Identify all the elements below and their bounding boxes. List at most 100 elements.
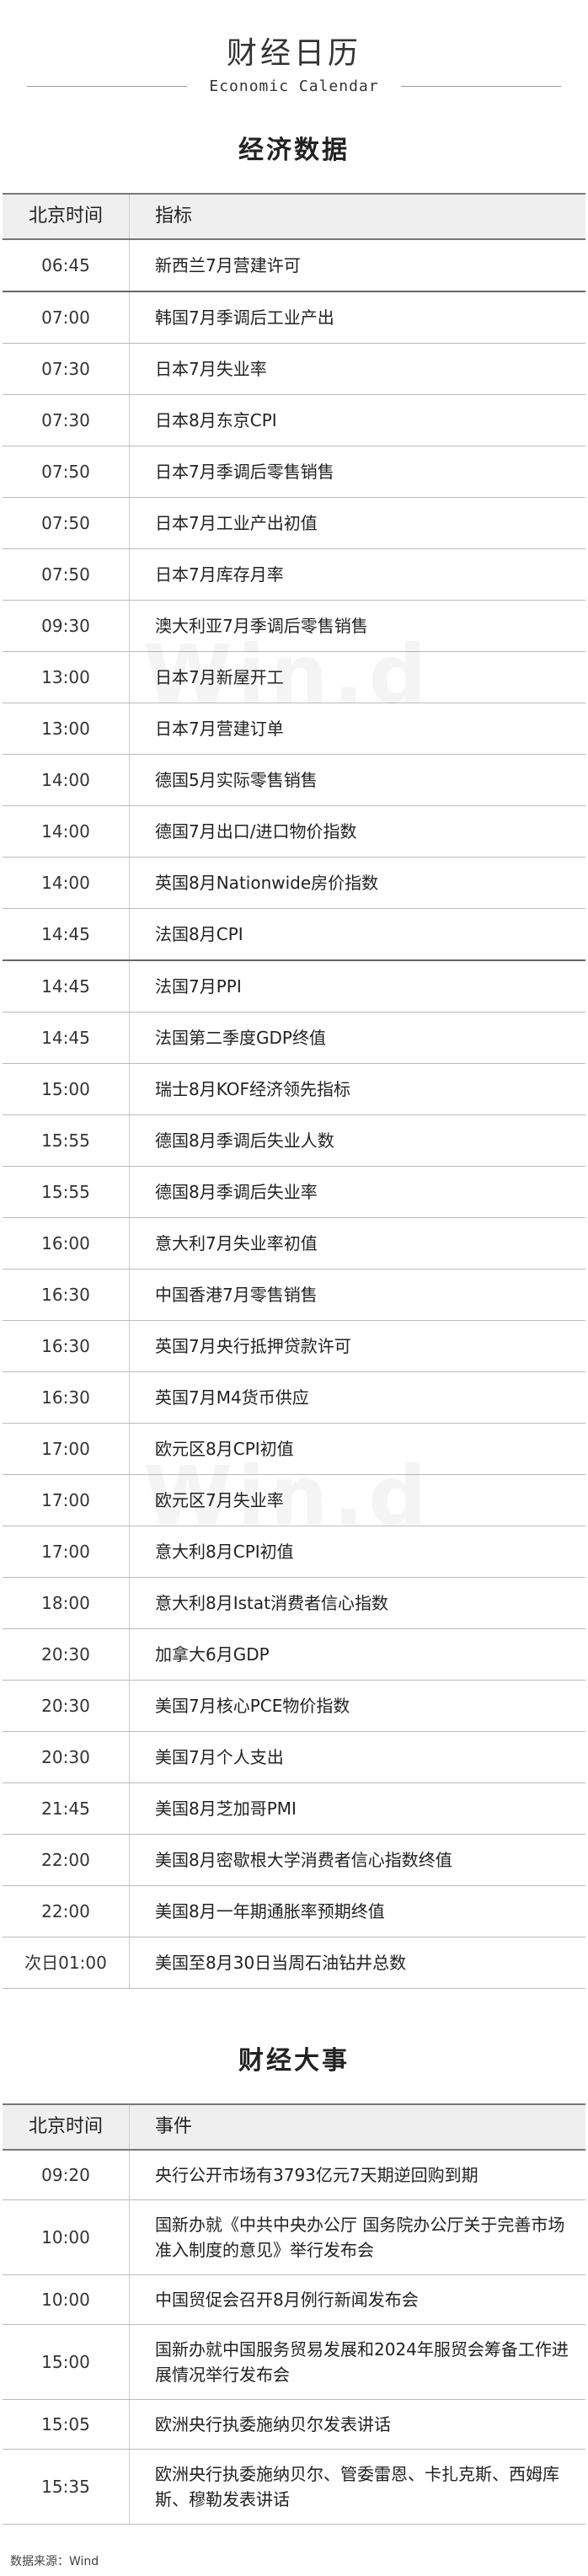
row-indicator: 法国7月PPI	[155, 976, 242, 997]
table-row: 14:45 法国第二季度GDP终值	[3, 1013, 585, 1064]
row-time: 16:30	[3, 1321, 130, 1371]
table-row: 09:30 澳大利亚7月季调后零售销售	[3, 601, 585, 652]
data-source: 数据来源：Wind	[10, 2555, 99, 2568]
table-row: 16:30 英国7月央行抵押贷款许可	[3, 1321, 585, 1372]
row-indicator: 意大利7月失业率初值	[155, 1233, 318, 1253]
row-indicator: 新西兰7月营建许可	[155, 255, 301, 275]
divider-left	[27, 86, 188, 87]
row-time: 21:45	[3, 1783, 130, 1834]
row-time: 22:00	[3, 1886, 130, 1937]
row-indicator: 日本7月工业产出初值	[155, 513, 318, 533]
table-row: 21:45 美国8月芝加哥PMI	[3, 1783, 585, 1835]
row-time: 10:00	[3, 2200, 130, 2274]
row-time: 09:20	[3, 2151, 130, 2199]
row-time: 15:35	[3, 2450, 130, 2524]
row-time: 09:30	[3, 601, 130, 651]
row-indicator: 美国至8月30日当周石油钻井总数	[155, 1953, 407, 1973]
row-time: 07:50	[3, 446, 130, 497]
row-time: 16:00	[3, 1218, 130, 1269]
table-row: 20:30 美国7月核心PCE物价指数	[3, 1681, 585, 1732]
row-indicator: 美国8月芝加哥PMI	[155, 1798, 297, 1819]
row-indicator: 法国第二季度GDP终值	[155, 1028, 326, 1048]
table-row: 07:30 日本8月东京CPI	[3, 395, 585, 446]
table-row: 16:00 意大利7月失业率初值	[3, 1218, 585, 1269]
row-indicator: 英国7月央行抵押贷款许可	[155, 1336, 351, 1356]
row-time: 07:50	[3, 549, 130, 600]
row-time: 14:45	[3, 961, 130, 1012]
econ-table-header: 北京时间 指标	[3, 193, 585, 240]
row-indicator: 美国8月一年期通胀率预期终值	[155, 1901, 385, 1921]
table-row: 次日01:00 美国至8月30日当周石油钻井总数	[3, 1937, 585, 1989]
row-event: 欧洲央行执委施纳贝尔、管委雷恩、卡扎克斯、西姆库斯、穆勒发表讲话	[155, 2464, 559, 2509]
page-title: 财经日历	[226, 36, 361, 71]
table-row: 22:00 美国8月一年期通胀率预期终值	[3, 1886, 585, 1937]
row-event: 国新办就《中共中央办公厅 国务院办公厅关于完善市场准入制度的意见》举行发布会	[155, 2215, 565, 2260]
table-row: 07:50 日本7月库存月率	[3, 549, 585, 601]
row-indicator: 美国7月核心PCE物价指数	[155, 1696, 350, 1716]
row-time: 次日01:00	[3, 1937, 130, 1988]
header-time: 北京时间	[28, 206, 103, 227]
row-indicator: 日本7月营建订单	[155, 719, 284, 739]
row-time: 14:45	[3, 1013, 130, 1063]
table-row: 07:00 韩国7月季调后工业产出	[3, 292, 585, 344]
row-indicator: 德国5月实际零售销售	[155, 770, 318, 790]
table-row: 14:45 法国7月PPI	[3, 961, 585, 1013]
row-time: 07:30	[3, 344, 130, 394]
header-time: 北京时间	[28, 2116, 103, 2137]
header: 财经日历 Economic Calendar	[0, 0, 588, 95]
table-row: 22:00 美国8月密歇根大学消费者信心指数终值	[3, 1835, 585, 1886]
table-row: 07:50 日本7月季调后零售销售	[3, 446, 585, 498]
row-time: 07:30	[3, 395, 130, 446]
row-time: 13:00	[3, 652, 130, 703]
events-section-title: 财经大事	[238, 2046, 350, 2076]
row-time: 13:00	[3, 703, 130, 754]
header-event: 事件	[129, 2105, 585, 2149]
table-row: 14:00 德国5月实际零售销售	[3, 755, 585, 806]
econ-table-body: 06:45 新西兰7月营建许可 07:00 韩国7月季调后工业产出 07:30 日本7月失…	[3, 240, 585, 1989]
row-time: 14:00	[3, 858, 130, 908]
table-row: 17:00 欧元区7月失业率	[3, 1475, 585, 1526]
table-row: 20:30 美国7月个人支出	[3, 1732, 585, 1783]
table-row: 10:00 国新办就《中共中央办公厅 国务院办公厅关于完善市场准入制度的意见》举行…	[3, 2200, 585, 2275]
table-row: 13:00 日本7月新屋开工	[3, 652, 585, 703]
econ-table: 北京时间 指标 06:45 新西兰7月营建许可 07:00 韩国7月季调后工业产出 07…	[3, 193, 585, 1989]
row-indicator: 澳大利亚7月季调后零售销售	[155, 616, 368, 636]
row-time: 16:30	[3, 1269, 130, 1320]
row-indicator: 意大利8月CPI初值	[155, 1542, 294, 1562]
table-row: 15:00 瑞士8月KOF经济领先指标	[3, 1064, 585, 1115]
table-row: 15:05 欧洲央行执委施纳贝尔发表讲话	[3, 2400, 585, 2450]
row-time: 17:00	[3, 1475, 130, 1526]
row-indicator: 中国香港7月零售销售	[155, 1285, 318, 1305]
row-time: 15:00	[3, 2325, 130, 2399]
row-indicator: 瑞士8月KOF经济领先指标	[155, 1079, 350, 1099]
row-indicator: 德国8月季调后失业率	[155, 1182, 318, 1202]
row-indicator: 德国7月出口/进口物价指数	[155, 821, 357, 842]
row-indicator: 美国7月个人支出	[155, 1747, 284, 1767]
row-indicator: 德国8月季调后失业人数	[155, 1130, 334, 1151]
table-row: 15:00 国新办就中国服务贸易发展和2024年服贸会筹备工作进展情况举行发布会	[3, 2325, 585, 2400]
row-time: 10:00	[3, 2275, 130, 2324]
row-indicator: 日本8月东京CPI	[155, 410, 277, 430]
divider-right	[400, 86, 561, 87]
row-event: 央行公开市场有3793亿元7天期逆回购到期	[155, 2165, 478, 2185]
row-indicator: 欧元区8月CPI初值	[155, 1439, 294, 1459]
row-time: 14:00	[3, 755, 130, 805]
table-row: 18:00 意大利8月Istat消费者信心指数	[3, 1578, 585, 1629]
table-row: 15:35 欧洲央行执委施纳贝尔、管委雷恩、卡扎克斯、西姆库斯、穆勒发表讲话	[3, 2450, 585, 2525]
row-time: 07:50	[3, 498, 130, 548]
table-row: 07:30 日本7月失业率	[3, 344, 585, 395]
row-indicator: 加拿大6月GDP	[155, 1644, 270, 1665]
row-event: 欧洲央行执委施纳贝尔发表讲话	[155, 2414, 391, 2434]
row-time: 20:30	[3, 1681, 130, 1731]
row-time: 18:00	[3, 1578, 130, 1628]
table-row: 10:00 中国贸促会召开8月例行新闻发布会	[3, 2275, 585, 2325]
table-row: 07:50 日本7月工业产出初值	[3, 498, 585, 549]
table-row: 15:55 德国8月季调后失业人数	[3, 1115, 585, 1167]
calendar-page: Win.d Win.d 财经日历 Economic Calendar 经济数据 …	[0, 0, 588, 2576]
page-subtitle: Economic Calendar	[209, 77, 379, 95]
table-row: 09:20 央行公开市场有3793亿元7天期逆回购到期	[3, 2151, 585, 2200]
row-time: 20:30	[3, 1732, 130, 1782]
row-time: 15:55	[3, 1167, 130, 1217]
row-time: 17:00	[3, 1526, 130, 1577]
events-table: 北京时间 事件 09:20 央行公开市场有3793亿元7天期逆回购到期 10:00 国…	[3, 2103, 585, 2525]
